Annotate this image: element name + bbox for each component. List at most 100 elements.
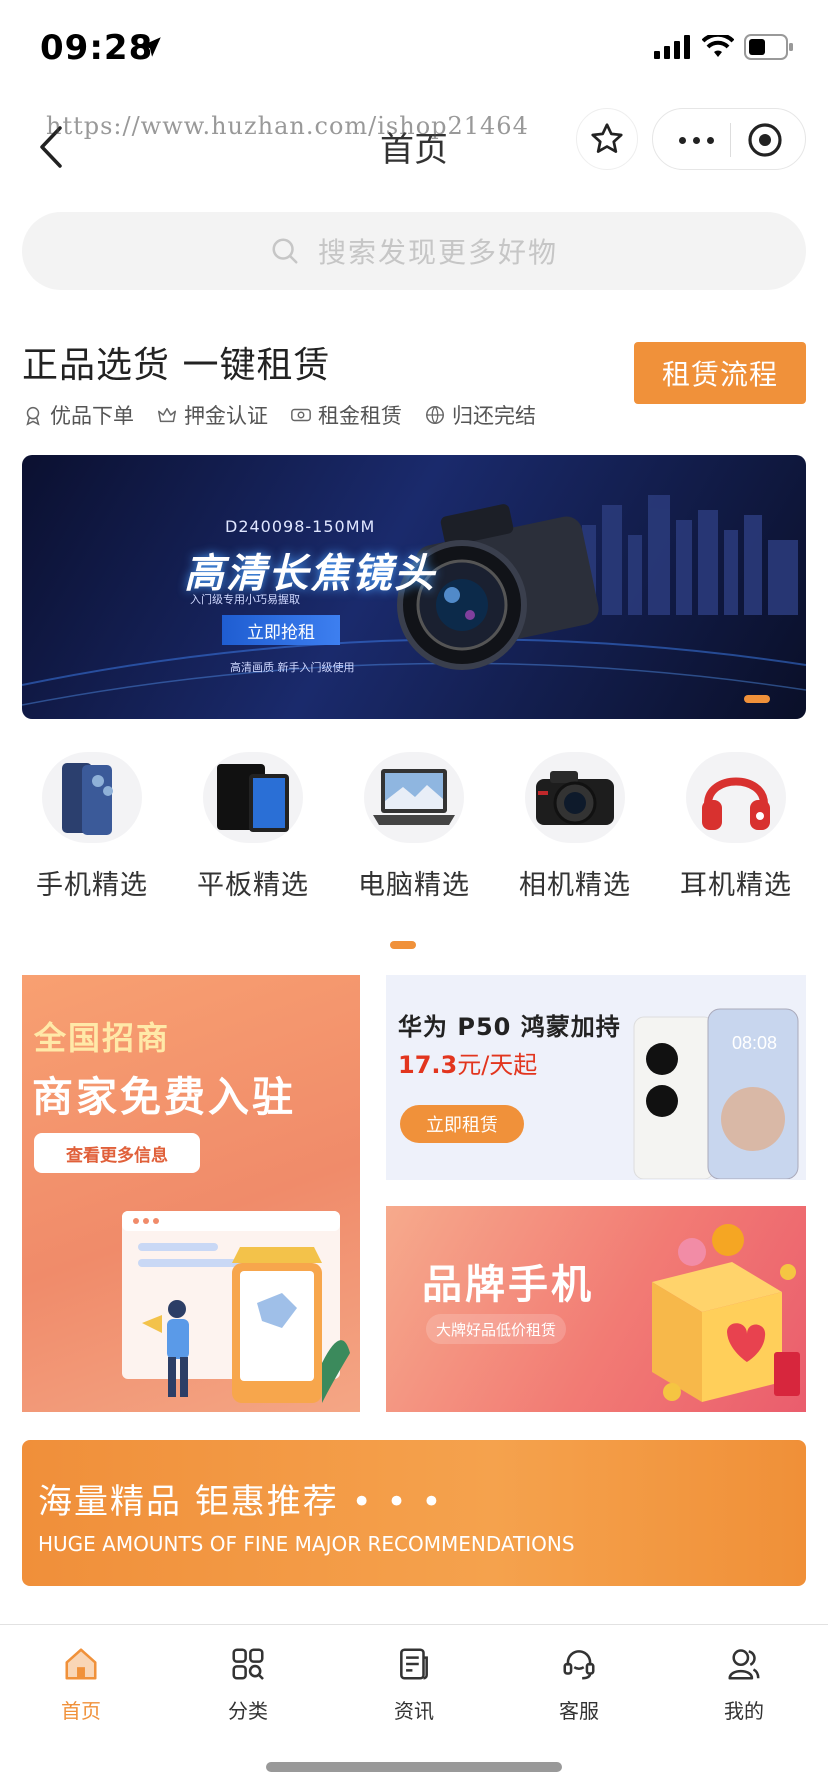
category-thumbnail [203, 752, 303, 843]
category-phone[interactable]: 手机精选 [22, 752, 162, 902]
promo-title: 商家免费入驻 [32, 1073, 296, 1121]
more-dot-icon [692, 136, 700, 144]
status-bar: 09:28 [0, 0, 828, 96]
category-label: 相机精选 [519, 870, 631, 901]
money-icon [291, 408, 311, 422]
gift-box-illustration [652, 1224, 800, 1402]
feature-label: 租金租赁 [318, 404, 402, 428]
rental-process-button[interactable]: 租赁流程 [634, 342, 806, 404]
globe-icon [426, 406, 444, 425]
hero-banner[interactable]: D240098-150MM 高清长焦镜头 入门级专用小巧易握取 立即抢租 高清画… [22, 455, 806, 719]
huawei-p50-promo-card[interactable]: 华为 P50 鸿蒙加持 17.3元/天起 立即租赁 08:08 [386, 975, 806, 1180]
tab-customer-service[interactable]: 客服 [524, 1645, 634, 1724]
recommend-banner[interactable]: 海量精品 钜惠推荐 • • • HUGE AMOUNTS OF FINE MAJ… [22, 1440, 806, 1586]
feature-item: 押金认证 [156, 400, 268, 430]
mini-program-capsule [652, 108, 806, 170]
tab-label: 首页 [61, 1699, 101, 1723]
location-arrow-icon [141, 37, 161, 57]
wifi-icon [702, 35, 734, 57]
star-icon [591, 123, 623, 153]
category-tablet[interactable]: 平板精选 [183, 752, 323, 902]
category-camera[interactable]: 相机精选 [505, 752, 645, 902]
tab-news[interactable]: 资讯 [359, 1645, 469, 1724]
phone-icon [62, 762, 113, 835]
search-icon [272, 238, 298, 264]
camera-icon [536, 770, 614, 825]
watermark: https://www.huzhan.com/ishop21464 [46, 112, 529, 140]
search-placeholder: 搜索发现更多好物 [317, 236, 558, 269]
promo-title: 品牌手机 [422, 1262, 594, 1308]
price-unit: 元/天起 [457, 1051, 538, 1079]
badge-icon [26, 406, 40, 426]
home-indicator [266, 1762, 562, 1772]
category-icon [232, 1648, 264, 1680]
phone-product-image: 08:08 [633, 1008, 799, 1179]
battery-icon [744, 34, 793, 60]
more-menu-button[interactable] [671, 121, 721, 159]
category-label: 平板精选 [197, 870, 309, 901]
news-icon [400, 1648, 428, 1680]
tab-profile[interactable]: 我的 [689, 1645, 799, 1724]
promo-subtitle: 大牌好品低价租赁 [426, 1314, 567, 1344]
user-icon [728, 1649, 760, 1680]
category-label: 电脑精选 [358, 870, 470, 901]
category-label: 手机精选 [36, 870, 148, 901]
banner-note: 高清画质 新手入门级使用 [230, 661, 355, 674]
capsule-divider [730, 123, 731, 157]
more-dot-icon [706, 136, 714, 144]
headphones-icon [702, 777, 770, 830]
home-icon [65, 1648, 97, 1680]
feature-item: 优品下单 [22, 400, 134, 430]
category-label: 耳机精选 [680, 870, 792, 901]
carousel-indicator [744, 695, 770, 703]
promo-title: 华为 P50 鸿蒙加持 [398, 1013, 621, 1041]
tablet-icon [217, 763, 289, 832]
intro-title: 正品选货 一键租赁 [22, 345, 331, 386]
laptop-icon [373, 768, 455, 825]
category-laptop[interactable]: 电脑精选 [344, 752, 484, 902]
customer-service-icon [563, 1650, 595, 1680]
more-dot-icon [678, 136, 686, 144]
rent-now-button[interactable]: 立即抢租 [222, 615, 340, 645]
feature-label: 押金认证 [184, 404, 268, 428]
feature-item: 租金租赁 [290, 400, 402, 430]
category-thumbnail [525, 752, 625, 843]
feature-item: 归还完结 [424, 400, 536, 430]
tab-label: 我的 [724, 1699, 764, 1723]
category-headphones[interactable]: 耳机精选 [666, 752, 806, 902]
recommend-subtitle: HUGE AMOUNTS OF FINE MAJOR RECOMMENDATIO… [38, 1532, 575, 1556]
promo-subtitle: 全国招商 [34, 1019, 171, 1057]
tab-label: 客服 [559, 1699, 599, 1723]
price-value: 17.3 [398, 1051, 458, 1079]
banner-subtitle: 入门级专用小巧易握取 [190, 593, 300, 606]
close-mini-program-icon[interactable] [747, 122, 783, 158]
tab-home[interactable]: 首页 [26, 1645, 136, 1724]
tab-category[interactable]: 分类 [193, 1645, 303, 1724]
feature-label: 归还完结 [452, 404, 536, 428]
tab-label: 资讯 [394, 1699, 434, 1723]
recommend-title: 海量精品 钜惠推荐 • • • [38, 1482, 444, 1522]
category-thumbnail [364, 752, 464, 843]
promo-price: 17.3元/天起 [398, 1045, 537, 1080]
banner-code: D240098-150MM [225, 517, 376, 536]
tab-label: 分类 [228, 1699, 268, 1723]
category-page-indicator [390, 941, 416, 949]
category-list: 手机精选 平板精选 电脑精选 相机精选 耳机精选 [22, 752, 806, 902]
signal-icon [654, 35, 690, 59]
feature-label: 优品下单 [50, 404, 134, 428]
more-info-button[interactable]: 查看更多信息 [34, 1133, 200, 1173]
brand-phone-promo-card[interactable]: 品牌手机 大牌好品低价租赁 [386, 1206, 806, 1412]
category-thumbnail [686, 752, 786, 843]
crown-icon [158, 407, 176, 423]
rent-now-button[interactable]: 立即租赁 [400, 1105, 524, 1143]
feature-list: 优品下单 押金认证 租金租赁 归还完结 [22, 400, 536, 430]
category-thumbnail [42, 752, 142, 843]
svg-text:08:08: 08:08 [732, 1033, 777, 1053]
search-input[interactable]: 搜索发现更多好物 [22, 212, 806, 290]
favorite-button[interactable] [576, 108, 638, 170]
status-time: 09:28 [40, 28, 154, 68]
nav-bar: 首页 https://www.huzhan.com/ishop21464 [0, 96, 828, 196]
store-illustration [122, 1211, 350, 1403]
merchant-promo-card[interactable]: 全国招商 商家免费入驻 查看更多信息 [22, 975, 360, 1412]
status-indicators [654, 34, 794, 60]
